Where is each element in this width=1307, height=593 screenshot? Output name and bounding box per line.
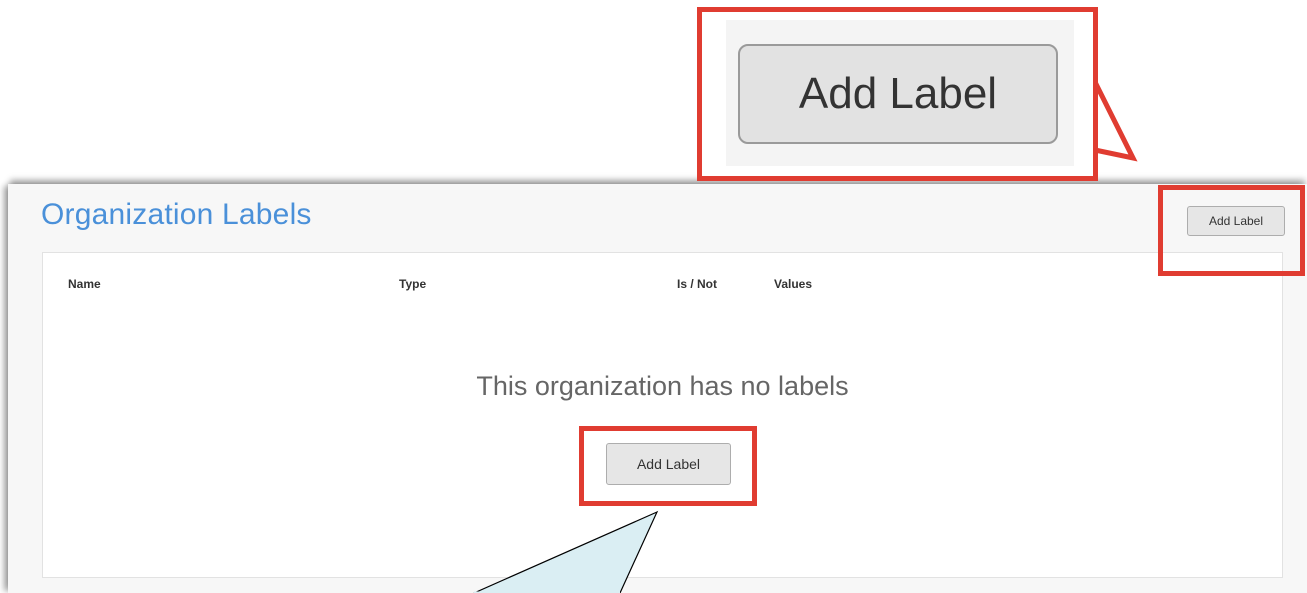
callout-pointer-bottom [473,510,659,593]
annotated-screenshot: Organization Labels Add Label Name Type … [0,0,1307,593]
